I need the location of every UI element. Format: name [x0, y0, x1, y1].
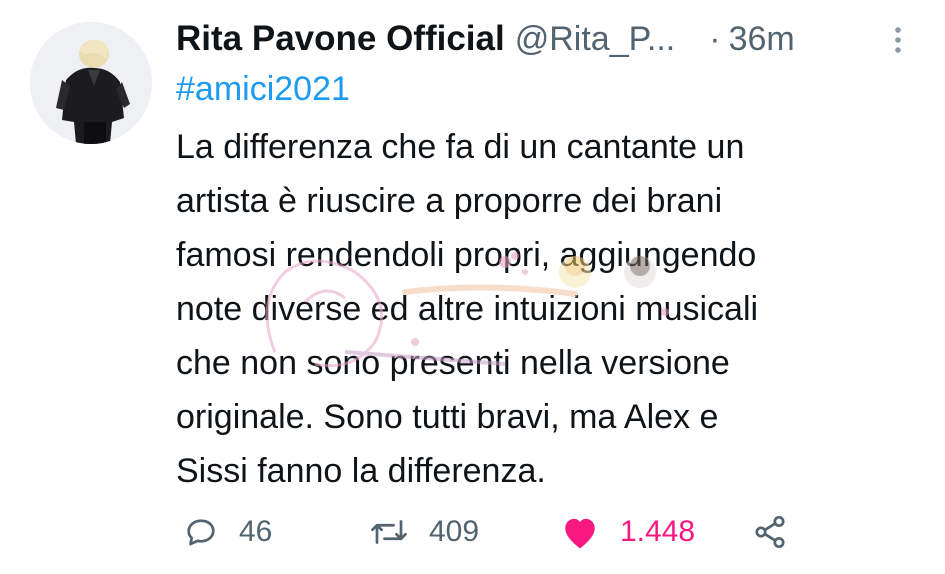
share-button[interactable] [752, 505, 788, 559]
user-handle[interactable]: @Rita_P... [515, 20, 676, 59]
reply-icon [187, 519, 215, 546]
tweet-header: Rita Pavone Official @Rita_P... · 36m [176, 16, 916, 62]
more-vertical-icon[interactable] [893, 25, 903, 55]
heart-icon [565, 518, 595, 549]
hashtag-link[interactable]: #amici2021 [176, 67, 350, 111]
avatar[interactable] [30, 22, 152, 144]
tweet-actions-bar: 46 409 1.448 [0, 505, 945, 559]
reply-count: 46 [239, 515, 273, 548]
tweet-timestamp[interactable]: 36m [729, 20, 795, 59]
retweet-button[interactable]: 409 [369, 505, 479, 559]
display-name[interactable]: Rita Pavone Official [176, 19, 505, 59]
avatar-image [30, 22, 152, 144]
like-count: 1.448 [620, 515, 696, 548]
tweet-text: La differenza che fa di un cantante un a… [176, 128, 759, 490]
separator-dot: · [709, 19, 721, 58]
reply-button[interactable]: 46 [183, 505, 272, 559]
retweet-count: 409 [429, 515, 480, 548]
like-button[interactable]: 1.448 [560, 505, 695, 559]
share-icon [755, 515, 785, 549]
retweet-icon [371, 520, 407, 544]
